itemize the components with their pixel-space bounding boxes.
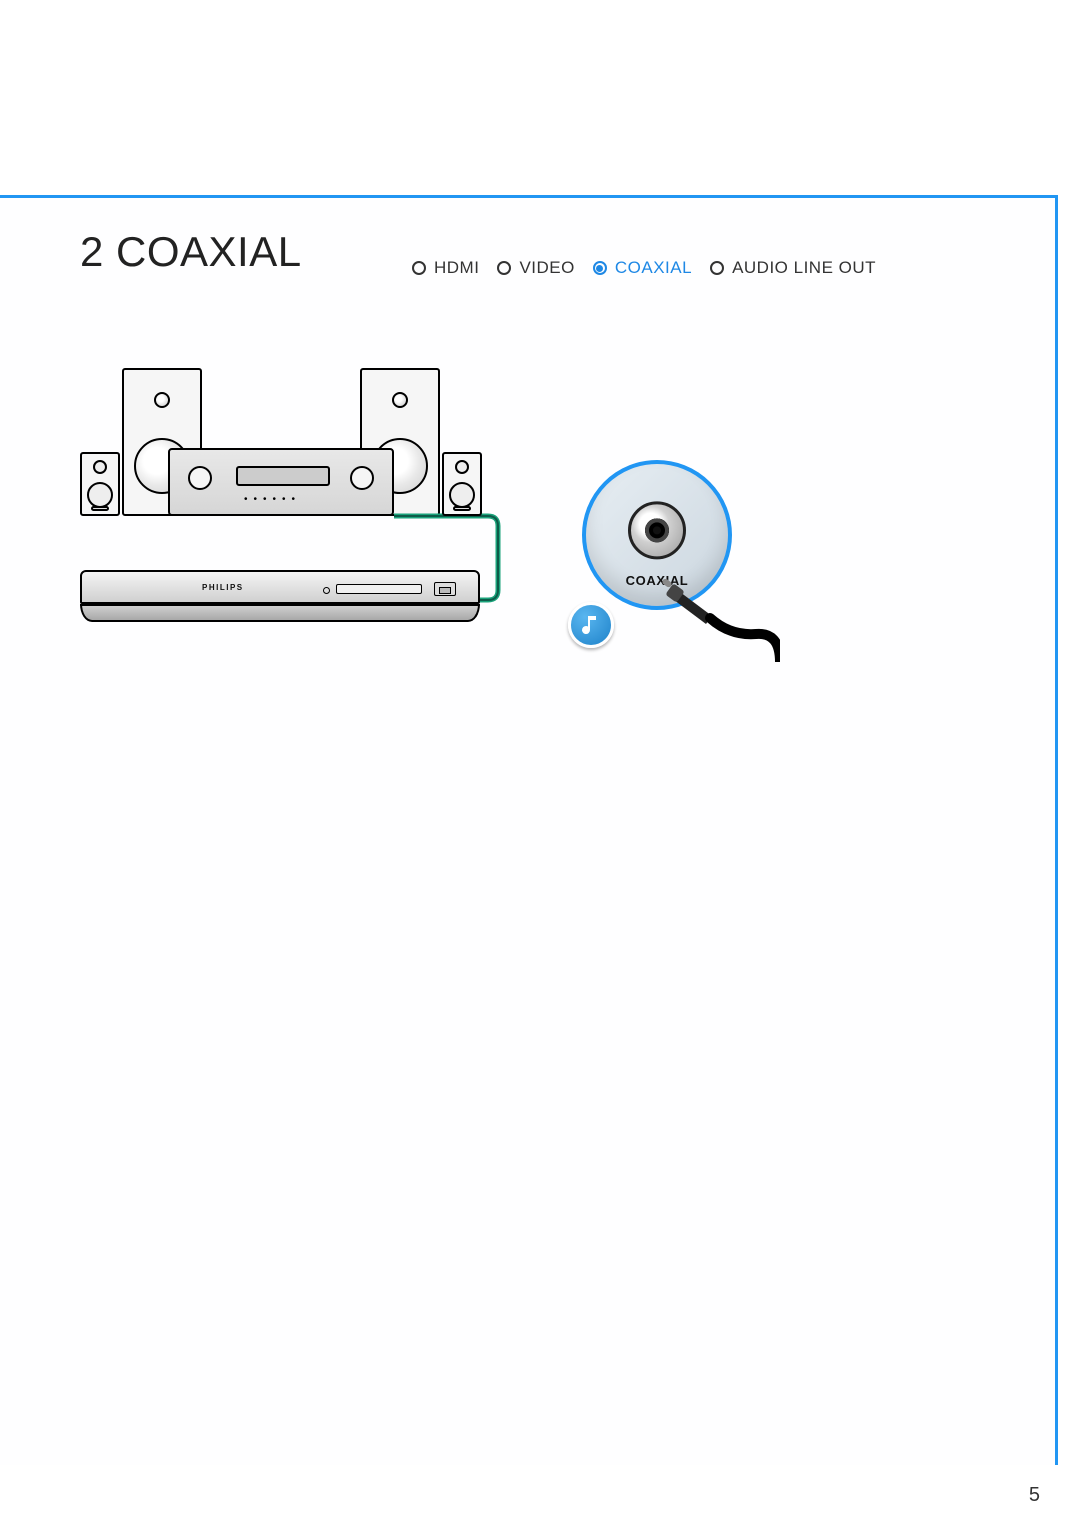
speaker-small-right xyxy=(442,452,482,516)
av-receiver: •••••• xyxy=(168,448,394,516)
disc-tray xyxy=(336,584,422,594)
section-heading: 2 COAXIAL xyxy=(80,228,302,276)
note-glyph xyxy=(579,613,603,637)
player-brand: PHILIPS xyxy=(202,583,244,592)
speaker-foot xyxy=(453,506,471,511)
coaxial-plug-icon xyxy=(660,572,780,662)
coaxial-jack-icon xyxy=(628,501,686,559)
receiver-knob-left xyxy=(188,466,212,490)
tweeter-icon xyxy=(455,460,469,474)
speaker-foot xyxy=(91,506,109,511)
woofer-icon xyxy=(87,482,113,508)
speaker-small-left xyxy=(80,452,120,516)
connection-diagram: •••••• PHILIPS COAXIAL xyxy=(80,370,1010,670)
usb-port-icon xyxy=(434,582,456,596)
dvd-player: PHILIPS xyxy=(80,570,480,604)
connection-options: HDMI VIDEO COAXIAL AUDIO LINE OUT xyxy=(412,258,888,278)
receiver-buttons-row: •••••• xyxy=(244,494,301,505)
option-audio-line-out: AUDIO LINE OUT xyxy=(732,258,876,278)
option-hdmi: HDMI xyxy=(434,258,479,278)
receiver-knob-right xyxy=(350,466,374,490)
section-number: 2 xyxy=(80,228,104,275)
player-base xyxy=(80,604,480,622)
tweeter-icon xyxy=(392,392,408,408)
tweeter-icon xyxy=(154,392,170,408)
radio-video xyxy=(497,261,511,275)
coaxial-port-callout: COAXIAL xyxy=(560,450,770,660)
radio-audio-line-out xyxy=(710,261,724,275)
option-video: VIDEO xyxy=(519,258,574,278)
tweeter-icon xyxy=(93,460,107,474)
woofer-icon xyxy=(449,482,475,508)
radio-hdmi xyxy=(412,261,426,275)
radio-coaxial xyxy=(593,261,607,275)
section-title: COAXIAL xyxy=(116,228,302,275)
receiver-display xyxy=(236,466,330,486)
music-note-icon xyxy=(568,602,614,648)
page-number: 5 xyxy=(1029,1484,1040,1507)
option-coaxial: COAXIAL xyxy=(615,258,692,278)
